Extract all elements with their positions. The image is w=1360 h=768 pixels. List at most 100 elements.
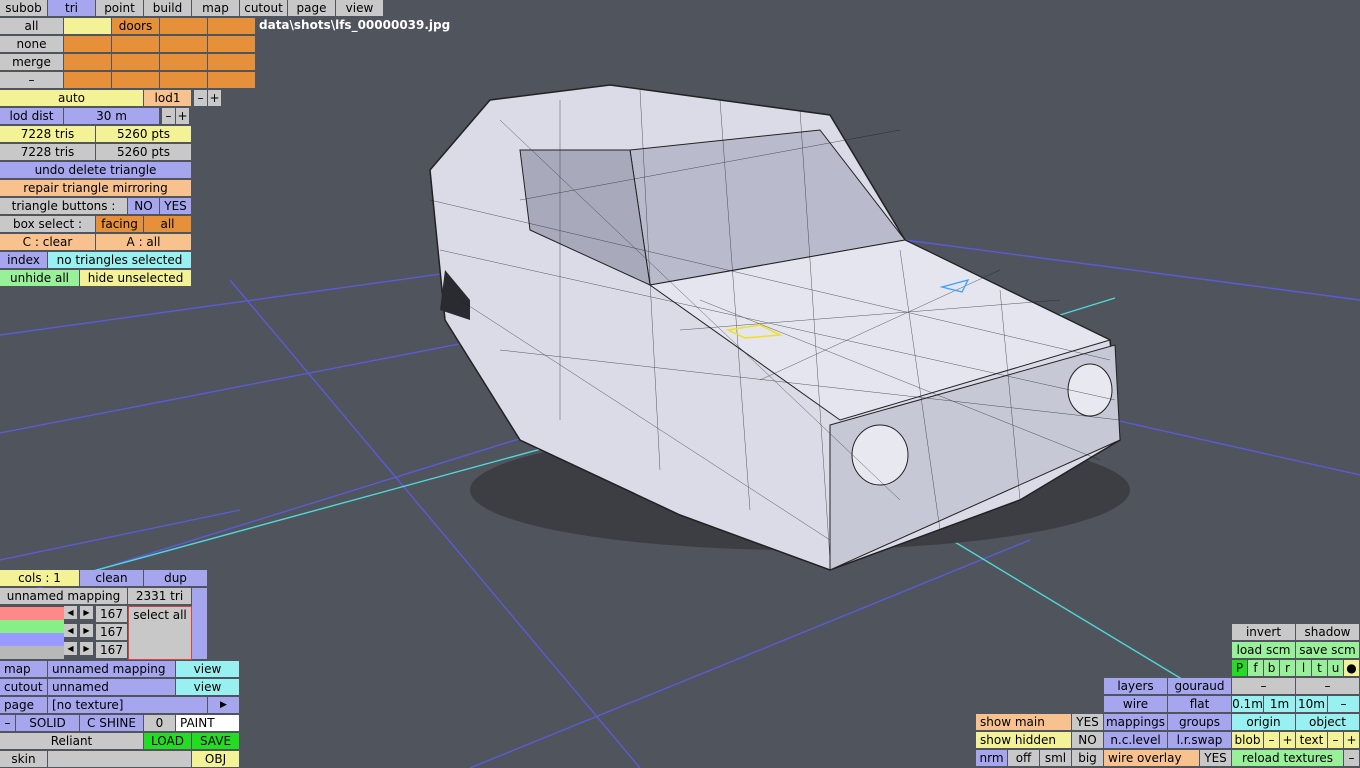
normals-off-button[interactable]: off xyxy=(1008,750,1040,767)
show-hidden-toggle[interactable]: NO xyxy=(1072,732,1104,749)
subobject-merge-button[interactable]: merge xyxy=(0,54,64,71)
lod-dist-minus-button[interactable]: – xyxy=(162,108,176,125)
view-right-button[interactable]: r xyxy=(1280,660,1296,677)
lod-dist-value[interactable]: 30 m xyxy=(64,108,160,125)
repair-mirroring-button[interactable]: repair triangle mirroring xyxy=(0,180,192,197)
subobject-slot[interactable] xyxy=(208,54,256,71)
subobject-none-button[interactable]: none xyxy=(0,36,64,53)
red-increase[interactable]: ▶ xyxy=(80,606,94,620)
lod-minus-button[interactable]: – xyxy=(194,90,208,107)
subobject-slot[interactable] xyxy=(208,72,256,89)
wire-overlay-toggle[interactable]: YES xyxy=(1200,750,1232,767)
save-scm-button[interactable]: save scm xyxy=(1296,642,1360,659)
view-front-button[interactable]: f xyxy=(1248,660,1264,677)
cols-button[interactable]: cols : 1 xyxy=(0,570,80,587)
subobject-slot[interactable] xyxy=(208,36,256,53)
subobject-all-button[interactable]: all xyxy=(0,18,64,35)
show-main-toggle[interactable]: YES xyxy=(1072,714,1104,731)
subobject-slot[interactable] xyxy=(64,18,112,35)
undo-delete-button[interactable]: undo delete triangle xyxy=(0,162,192,179)
select-all-mapping-button[interactable]: select all xyxy=(128,606,192,660)
gouraud-button[interactable]: gouraud xyxy=(1168,678,1232,695)
index-button[interactable]: index xyxy=(0,252,48,269)
lod-level-button[interactable]: lod1 xyxy=(144,90,192,107)
paint-button[interactable]: PAINT xyxy=(176,715,240,732)
cutout-value[interactable]: unnamed xyxy=(48,679,176,696)
subobject-slot[interactable] xyxy=(64,54,112,71)
red-decrease[interactable]: ◀ xyxy=(64,606,78,620)
subobject-slot[interactable] xyxy=(112,36,160,53)
lod-plus-button[interactable]: + xyxy=(208,90,222,107)
skin-value[interactable] xyxy=(48,751,192,768)
invert-button[interactable]: invert xyxy=(1232,624,1296,641)
red-slider[interactable] xyxy=(0,607,64,620)
clear-selection-button[interactable]: C : clear xyxy=(0,234,96,251)
object-button[interactable]: object xyxy=(1296,714,1360,731)
subobject-slot-doors[interactable]: doors xyxy=(112,18,160,35)
view-back-button[interactable]: b xyxy=(1264,660,1280,677)
page-next-button[interactable]: ▶ xyxy=(208,697,240,714)
reload-minus-button[interactable]: – xyxy=(1344,750,1360,767)
nrm-button[interactable]: nrm xyxy=(976,750,1008,767)
groups-button[interactable]: groups xyxy=(1168,714,1232,731)
tab-map[interactable]: map xyxy=(192,0,240,17)
green-slider[interactable] xyxy=(0,620,64,633)
load-scm-button[interactable]: load scm xyxy=(1232,642,1296,659)
c-shine-button[interactable]: C SHINE xyxy=(80,715,144,732)
clean-button[interactable]: clean xyxy=(80,570,144,587)
unhide-all-button[interactable]: unhide all xyxy=(0,270,80,287)
origin-button[interactable]: origin xyxy=(1232,714,1296,731)
green-increase[interactable]: ▶ xyxy=(80,624,94,638)
subobject-slot[interactable] xyxy=(160,36,208,53)
step-1-button[interactable]: 1m xyxy=(1264,696,1296,713)
box-select-facing[interactable]: facing xyxy=(96,216,144,233)
lod-auto-button[interactable]: auto xyxy=(0,90,144,107)
blue-slider[interactable] xyxy=(0,633,64,646)
normals-big-button[interactable]: big xyxy=(1072,750,1104,767)
triangle-buttons-yes[interactable]: YES xyxy=(160,198,192,215)
view-persp-button[interactable]: P xyxy=(1232,660,1248,677)
tab-cutout[interactable]: cutout xyxy=(240,0,288,17)
alpha-slider[interactable] xyxy=(0,646,64,659)
lr-swap-button[interactable]: l.r.swap xyxy=(1168,732,1232,749)
subobject-dash-button[interactable]: – xyxy=(0,72,64,89)
subobject-slot[interactable] xyxy=(112,72,160,89)
view-dot-button[interactable]: ● xyxy=(1344,660,1360,677)
nc-level-button[interactable]: n.c.level xyxy=(1104,732,1168,749)
map-view-button[interactable]: view xyxy=(176,661,240,678)
tab-build[interactable]: build xyxy=(144,0,192,17)
cutout-view-button[interactable]: view xyxy=(176,679,240,696)
blue-decrease[interactable]: ◀ xyxy=(64,642,78,656)
text-plus-button[interactable]: + xyxy=(1344,732,1360,749)
subobject-slot[interactable] xyxy=(160,18,208,35)
move-step-minus[interactable]: – xyxy=(1232,678,1296,695)
view-left-button[interactable]: l xyxy=(1296,660,1312,677)
subobject-slot[interactable] xyxy=(64,72,112,89)
dup-button[interactable]: dup xyxy=(144,570,208,587)
select-all-button[interactable]: A : all xyxy=(96,234,192,251)
normals-small-button[interactable]: sml xyxy=(1040,750,1072,767)
mapping-name[interactable]: unnamed mapping xyxy=(0,588,128,605)
subobject-slot[interactable] xyxy=(208,18,256,35)
tab-view[interactable]: view xyxy=(336,0,384,17)
subobject-slot[interactable] xyxy=(64,36,112,53)
step-10-button[interactable]: 10m xyxy=(1296,696,1328,713)
view-top-button[interactable]: t xyxy=(1312,660,1328,677)
load-button[interactable]: LOAD xyxy=(144,733,192,750)
step-01-button[interactable]: 0.1m xyxy=(1232,696,1264,713)
flat-button[interactable]: flat xyxy=(1168,696,1232,713)
reload-textures-button[interactable]: reload textures xyxy=(1232,750,1344,767)
triangle-buttons-no[interactable]: NO xyxy=(128,198,160,215)
page-value[interactable]: [no texture] xyxy=(48,697,208,714)
mapping-scrollbar[interactable] xyxy=(192,588,208,660)
box-select-all[interactable]: all xyxy=(144,216,192,233)
map-value[interactable]: unnamed mapping xyxy=(48,661,176,678)
shine-minus-button[interactable]: – xyxy=(0,715,16,732)
tab-subob[interactable]: subob xyxy=(0,0,48,17)
step-minus-button[interactable]: – xyxy=(1328,696,1360,713)
view-under-button[interactable]: u xyxy=(1328,660,1344,677)
subobject-slot[interactable] xyxy=(160,72,208,89)
tab-tri[interactable]: tri xyxy=(48,0,96,17)
solid-button[interactable]: SOLID xyxy=(16,715,80,732)
green-decrease[interactable]: ◀ xyxy=(64,624,78,638)
